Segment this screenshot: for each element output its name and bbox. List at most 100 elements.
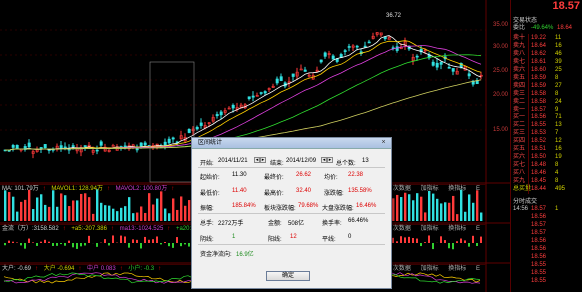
- order-ratio-right: 18.64: [557, 25, 573, 31]
- candle-body: [467, 73, 471, 77]
- volume-bar: [432, 193, 435, 221]
- ask-row: 卖二 18.58 24: [513, 99, 581, 106]
- volume-bar: [148, 193, 151, 221]
- close-icon[interactable]: ×: [379, 139, 388, 147]
- volume-label: 总手:: [200, 221, 214, 227]
- tick-price: 18.55: [531, 262, 547, 268]
- market-change-label: 大盘涨跌幅:: [322, 206, 354, 212]
- tab-data[interactable]: 次数据: [393, 266, 411, 272]
- bid-price: 18.50: [531, 154, 547, 160]
- tab-switch-indicator[interactable]: 换指标: [448, 186, 466, 192]
- volume-bar: [476, 190, 479, 221]
- candle-body: [331, 55, 335, 60]
- tab-data[interactable]: 次数据: [393, 226, 411, 232]
- ask-volume: 9: [555, 107, 559, 113]
- volume-bar: [184, 205, 187, 221]
- candle-body: [439, 62, 443, 65]
- ask-row: 卖一 18.57 9: [513, 107, 581, 114]
- bid-price: 18.46: [531, 170, 547, 176]
- bid-price: 18.52: [531, 138, 547, 144]
- end-label: 结束:: [270, 161, 284, 167]
- tab-e[interactable]: E: [476, 186, 480, 192]
- tab-add-indicator[interactable]: 加指标: [421, 266, 439, 272]
- close-price-value: 26.62: [296, 172, 312, 178]
- flow-bar: [80, 243, 82, 247]
- ma10-line: [4, 40, 482, 151]
- divider: [528, 34, 529, 194]
- volume-bar: [112, 208, 115, 221]
- peak-price-label: 36.72: [386, 13, 402, 19]
- ask-volume: 8: [555, 91, 559, 97]
- open-price-label: 起始价:: [200, 175, 220, 181]
- flow-bar: [184, 243, 186, 245]
- mavol1-label: MAVOL1: 128.94万: [51, 186, 103, 192]
- volume-bar: [72, 200, 75, 221]
- volume-bar: [88, 197, 91, 221]
- flow-bar: [104, 239, 106, 243]
- dialog-titlebar[interactable]: 区间统计 ×: [192, 138, 391, 149]
- axis-label: 35.00: [492, 22, 508, 28]
- flow-bar: [64, 243, 66, 246]
- candle-body: [275, 78, 279, 84]
- close-price-label: 最终价:: [264, 175, 284, 181]
- flow-bar: [464, 240, 466, 243]
- volume-bar: [464, 211, 467, 221]
- next-arrow-icon[interactable]: ▸: [327, 157, 333, 163]
- candle-body: [39, 147, 43, 149]
- ok-button[interactable]: 确定: [266, 271, 310, 281]
- volume-bar: [164, 208, 167, 221]
- flow-bar: [160, 243, 162, 245]
- next-arrow-icon[interactable]: ▸: [260, 157, 266, 163]
- tick-row: 18.55: [513, 270, 581, 277]
- tab-switch-indicator[interactable]: 换指标: [448, 226, 466, 232]
- start-nav: ◂ ▸: [254, 157, 266, 164]
- candle-body: [71, 145, 75, 147]
- candle-body: [231, 104, 235, 109]
- volume-bar: [176, 209, 179, 221]
- flow-bar: [392, 237, 394, 243]
- ask-row: 卖九 18.64 16: [513, 43, 581, 50]
- flow-bar: [468, 243, 470, 247]
- volume-bar: [124, 206, 127, 221]
- tab-switch-indicator[interactable]: 换指标: [448, 266, 466, 272]
- positive-bars-value: 12: [290, 234, 297, 240]
- indicator-tabs: 次数据 加指标 换指标 E: [389, 185, 484, 193]
- volume-bar: [48, 206, 51, 221]
- tab-add-indicator[interactable]: 加指标: [421, 186, 439, 192]
- candle-body: [395, 46, 399, 51]
- flow-bar: [120, 235, 122, 243]
- flow-bar: [84, 243, 86, 246]
- candle-body: [259, 92, 263, 94]
- flow-bar: [144, 236, 146, 243]
- avg-price-label: 均价:: [324, 175, 338, 181]
- bid-row: 买三 18.53 7: [513, 130, 581, 137]
- flow-bar: [8, 240, 10, 243]
- volume-bar: [12, 196, 15, 221]
- candle-body: [171, 137, 175, 140]
- bid-volume: 8: [555, 178, 559, 184]
- candle-body: [99, 141, 103, 146]
- flow-bar: [404, 237, 406, 243]
- tab-e[interactable]: E: [476, 226, 480, 232]
- tick-price: 18.55: [531, 278, 547, 284]
- candle-body: [263, 91, 267, 94]
- bid-row: 买六 18.50 19: [513, 154, 581, 161]
- tab-add-indicator[interactable]: 加指标: [421, 226, 439, 232]
- volume-bar: [132, 213, 135, 221]
- candle-body: [367, 41, 371, 44]
- tick-price: 18.57: [531, 230, 547, 236]
- flow-bar: [140, 243, 142, 249]
- bid-volume: 16: [555, 146, 562, 152]
- volume-bar: [180, 196, 183, 221]
- turnover-value: 66.46%: [348, 218, 369, 224]
- axis-label: 30.00: [492, 44, 508, 50]
- high-price-label: 最高价:: [264, 191, 284, 197]
- flow-bar: [452, 243, 454, 250]
- flow-bar: [76, 243, 78, 249]
- flow-bar: [68, 240, 70, 243]
- tab-e[interactable]: E: [476, 266, 480, 272]
- tab-data[interactable]: 次数据: [393, 186, 411, 192]
- volume-bar: [460, 189, 463, 221]
- volume-bar: [36, 197, 39, 221]
- axis-label: 15.00: [492, 127, 508, 133]
